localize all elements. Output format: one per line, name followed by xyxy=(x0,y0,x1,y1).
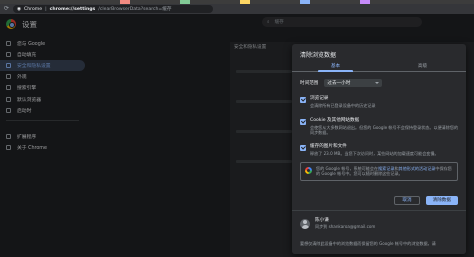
info-text: 您的 Google 帐号，系统可能会在搜索记录和其他形式的活动记录中保存您的 G… xyxy=(316,166,453,177)
url-path: /clearBrowserData?search=缓存 xyxy=(98,7,172,12)
time-range-row: 时间范围 过去一小时 xyxy=(300,79,383,87)
toolbar: ⟳ ◉ Chrome | chrome://settings/clearBrow… xyxy=(0,4,474,14)
time-range-label: 时间范围 xyxy=(300,81,319,86)
option-cache[interactable]: 缓存的图片和文件 释放了 23.0 MB。当您下次访问时，某些网站的加载速度可能… xyxy=(300,144,460,156)
url-host: chrome://settings xyxy=(49,6,96,12)
checkbox-cookies[interactable] xyxy=(300,118,306,125)
profile-row: 陈小谦 同步到 shankaroa@gmail.com xyxy=(300,217,375,230)
time-range-select[interactable]: 过去一小时 xyxy=(324,79,383,87)
option-desc: 释放了 23.0 MB。当您下次访问时，某些网站的加载速度可能会变慢。 xyxy=(310,150,439,156)
tab-basic[interactable]: 基本 xyxy=(292,62,379,72)
clear-browsing-data-dialog: 清除浏览数据 基本 高级 时间范围 过去一小时 浏览记录 会清除所有已登录设备中… xyxy=(292,44,466,254)
option-cookies[interactable]: Cookie 及其他网站数据 会使您从大多数网站退出。但您的 Google 帐号… xyxy=(300,118,460,135)
tab-advanced[interactable]: 高级 xyxy=(379,62,466,71)
dialog-actions: 取消 清除数据 xyxy=(394,196,458,205)
chevron-down-icon xyxy=(375,82,380,84)
option-title: Cookie 及其他网站数据 xyxy=(310,118,360,123)
profile-name: 陈小谦 xyxy=(315,218,329,223)
option-browsing-history[interactable]: 浏览记录 会清除所有已登录设备中的历史记录 xyxy=(300,96,460,108)
sync-profile-section: 陈小谦 同步到 shankaroa@gmail.com 要想仅清除此设备中的浏览… xyxy=(292,210,466,254)
option-title: 缓存的图片和文件 xyxy=(310,144,347,149)
reload-icon[interactable]: ⟳ xyxy=(4,4,9,14)
browser-label: Chrome xyxy=(24,6,43,12)
checkbox-browsing-history[interactable] xyxy=(300,96,306,103)
profile-email: 同步到 shankaroa@gmail.com xyxy=(315,224,376,229)
cancel-button[interactable]: 取消 xyxy=(394,196,420,205)
google-account-info: 您的 Google 帐号，系统可能会在搜索记录和其他形式的活动记录中保存您的 G… xyxy=(300,162,458,181)
avatar xyxy=(300,218,310,229)
checkbox-cache[interactable] xyxy=(300,144,306,151)
other-activity-link[interactable]: 其他形式的活动记录 xyxy=(399,166,436,171)
site-info-icon[interactable]: ◉ xyxy=(17,7,21,12)
option-desc: 会使您从大多数网站退出。但您的 Google 帐号不会保持登录状态。以便清除您的… xyxy=(310,124,459,135)
option-desc: 会清除所有已登录设备中的历史记录 xyxy=(310,102,376,108)
option-title: 浏览记录 xyxy=(310,96,329,101)
address-bar[interactable]: ◉ Chrome | chrome://settings/clearBrowse… xyxy=(13,5,214,13)
dialog-tabs: 基本 高级 xyxy=(292,62,466,72)
footer-note: 要想仅清除此设备中的浏览数据而保留您的 Google 帐号中的浏览数据，请 xyxy=(300,241,436,246)
address-separator: | xyxy=(45,6,47,12)
google-icon xyxy=(305,167,312,174)
clear-data-button[interactable]: 清除数据 xyxy=(425,196,458,205)
dialog-title: 清除浏览数据 xyxy=(300,52,337,59)
time-range-value: 过去一小时 xyxy=(327,81,351,86)
